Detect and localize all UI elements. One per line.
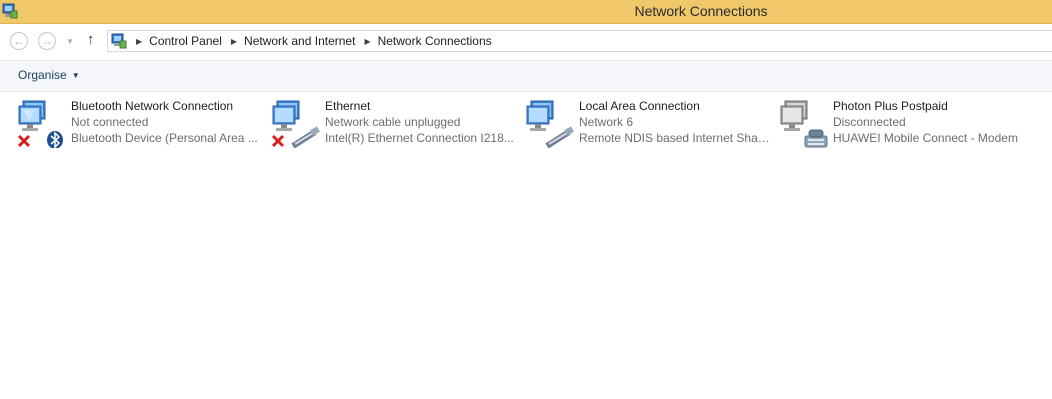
control-panel-icon [111,33,127,49]
navigation-bar: ← → ▼ ↑ ▶ Control Panel ▶ Network and In… [0,24,1052,60]
network-computer-icon [17,100,63,148]
connection-device: Remote NDIS based Internet Shari... [579,131,773,145]
breadcrumb-network-and-internet[interactable]: Network and Internet [244,34,355,48]
up-button[interactable]: ↑ [87,31,101,51]
chevron-right-icon[interactable]: ▶ [231,37,237,46]
network-computer-icon [780,100,828,148]
connection-status: Not connected [71,115,149,129]
network-cable-icon [291,126,320,148]
breadcrumb-network-connections[interactable]: Network Connections [378,34,492,48]
network-computer-icon [271,100,320,148]
connection-name: Ethernet [325,99,371,113]
modem-phone-icon [804,129,828,148]
connection-local-area[interactable]: Local Area Connection Network 6 Remote N… [525,98,773,152]
recent-locations-button[interactable]: ▼ [66,37,74,46]
breadcrumb-control-panel[interactable]: Control Panel [149,34,222,48]
title-bar: Network Connections [0,0,1052,24]
connection-name: Local Area Connection [579,99,700,113]
red-x-icon [271,134,285,148]
connection-status: Network cable unplugged [325,115,461,129]
organise-label: Organise [18,68,67,82]
connection-status: Network 6 [579,115,634,129]
connection-photon-plus[interactable]: Photon Plus Postpaid Disconnected HUAWEI… [779,98,1027,152]
connection-device: Intel(R) Ethernet Connection I218... [325,131,514,145]
command-bar: Organise ▼ [0,60,1052,92]
connection-name: Photon Plus Postpaid [833,99,948,113]
connection-bluetooth[interactable]: Bluetooth Network Connection Not connect… [17,98,265,152]
connection-status: Disconnected [833,115,906,129]
organise-button[interactable]: Organise ▼ [18,68,80,82]
caret-down-icon: ▼ [71,70,80,80]
connection-ethernet[interactable]: Ethernet Network cable unplugged Intel(R… [271,98,519,152]
window-title: Network Connections [634,3,768,19]
bluetooth-icon [47,131,63,148]
connection-device: Bluetooth Device (Personal Area ... [71,131,258,145]
back-arrow-icon: ← [13,34,25,48]
network-cable-icon [545,126,574,148]
back-button[interactable]: ← [10,32,28,50]
forward-arrow-icon: → [41,34,53,48]
connection-name: Bluetooth Network Connection [71,99,234,113]
red-x-icon [17,134,31,148]
connection-device: HUAWEI Mobile Connect - Modem [833,131,1018,145]
address-bar[interactable]: ▶ Control Panel ▶ Network and Internet ▶… [107,30,1052,52]
forward-button[interactable]: → [38,32,56,50]
chevron-down-icon: ▼ [66,37,74,46]
chevron-right-icon[interactable]: ▶ [364,37,370,46]
network-computer-icon [526,100,574,148]
chevron-right-icon[interactable]: ▶ [136,37,142,46]
connections-list: Bluetooth Network Connection Not connect… [0,92,1052,399]
up-arrow-icon: ↑ [87,31,95,48]
